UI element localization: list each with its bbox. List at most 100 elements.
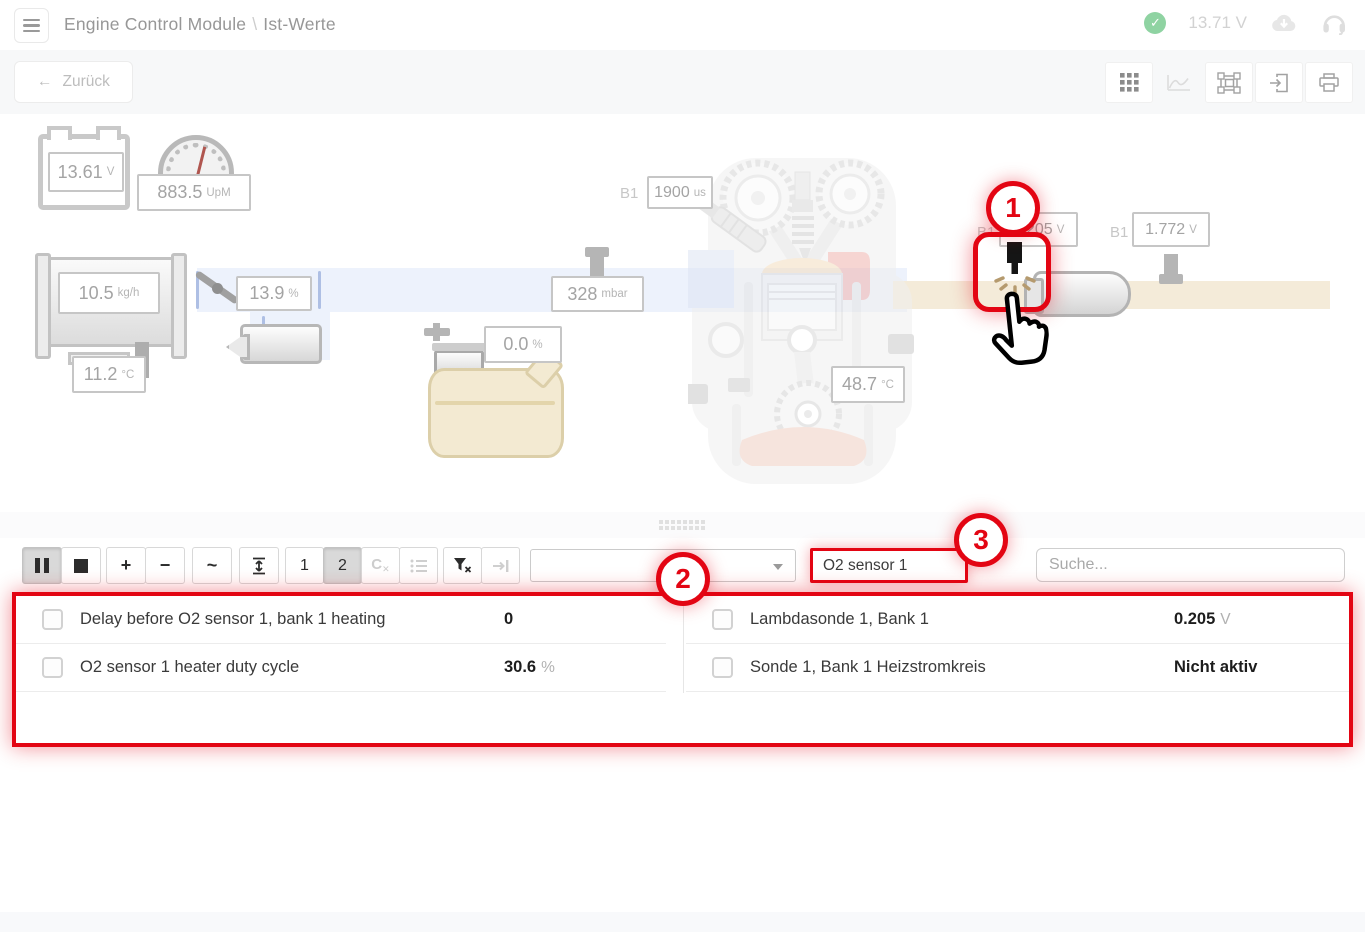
- arrow-to-bar-icon: [492, 559, 510, 573]
- pause-icon: [35, 558, 49, 573]
- view-1-label: 1: [300, 557, 309, 575]
- pause-button[interactable]: [22, 547, 62, 584]
- app-window: Engine Control Module\Ist-Werte ✓ 13.71 …: [0, 0, 1365, 932]
- view-2-label: 2: [338, 557, 347, 575]
- throttle-valve-icon: [196, 266, 236, 312]
- coolant-temp-box: 48.7°C: [831, 366, 905, 403]
- support-headset-icon[interactable]: [1321, 11, 1347, 35]
- row-checkbox[interactable]: [712, 657, 733, 678]
- minus-icon: −: [160, 555, 171, 576]
- annotation-step-1: 1: [986, 181, 1040, 235]
- fuel-tank-icon: [428, 368, 564, 458]
- connection-status-icon: ✓: [1144, 12, 1166, 34]
- back-arrow-icon: ←: [37, 73, 53, 91]
- column-divider: [683, 596, 684, 693]
- engine-speed-box: 883.5UpM: [137, 174, 251, 211]
- measurement-label: O2 sensor 1 heater duty cycle: [80, 658, 299, 677]
- bank-label: B1: [1110, 224, 1128, 241]
- table-row[interactable]: O2 sensor 1 heater duty cycle 30.6%: [16, 644, 666, 692]
- fuel-filter-icon: [240, 324, 322, 364]
- list-button[interactable]: [399, 547, 438, 584]
- clear-values-button[interactable]: C✕: [361, 547, 400, 584]
- measurement-value: 0: [504, 610, 513, 629]
- header-bar: Engine Control Module\Ist-Werte ✓ 13.71 …: [0, 0, 1365, 50]
- back-button-label: Zurück: [63, 73, 110, 91]
- page-toolbar: ← Zurück: [0, 50, 1365, 114]
- page-title: Ist-Werte: [263, 14, 335, 34]
- row-checkbox[interactable]: [42, 657, 63, 678]
- tank-vent-box: 0.0%: [484, 326, 562, 363]
- air-mass-box: 10.5kg/h: [58, 272, 160, 314]
- lambda-post-cat-box: 1.772V: [1132, 212, 1210, 247]
- post-cat-o2-sensor-icon: [1164, 254, 1178, 276]
- battery-voltage-box: 13.61V: [48, 152, 124, 192]
- search-input[interactable]: [1036, 548, 1345, 582]
- o2-sensor-icon: [993, 242, 1037, 294]
- breadcrumb: Engine Control Module\Ist-Werte: [64, 14, 336, 35]
- panel-splitter[interactable]: [0, 512, 1365, 538]
- printer-icon: [1318, 73, 1340, 93]
- autoscale-icon: [251, 557, 267, 575]
- back-button[interactable]: ← Zurück: [14, 61, 133, 103]
- hand-cursor-icon: [982, 287, 1052, 369]
- export-button[interactable]: [1255, 62, 1303, 103]
- table-row[interactable]: Lambdasonde 1, Bank 1 0.205 V: [686, 596, 1349, 644]
- cloud-download-icon[interactable]: [1269, 12, 1299, 34]
- measurement-unit: V: [1220, 611, 1230, 629]
- view-1-button[interactable]: 1: [285, 547, 324, 584]
- row-checkbox[interactable]: [712, 609, 733, 630]
- jump-to-end-button[interactable]: [481, 547, 520, 584]
- measurement-label: Lambdasonde 1, Bank 1: [750, 610, 929, 629]
- window-footer: [0, 912, 1365, 932]
- splitter-handle-icon: [659, 520, 706, 531]
- engine-illustration: [688, 152, 916, 490]
- annotation-step-3: 3: [954, 513, 1008, 567]
- stop-icon: [74, 559, 88, 573]
- table-row[interactable]: Sonde 1, Bank 1 Heizstromkreis Nicht akt…: [686, 644, 1349, 692]
- add-measurement-button[interactable]: +: [106, 547, 146, 584]
- breadcrumb-separator: \: [246, 14, 263, 34]
- measured-values-table: Delay before O2 sensor 1, bank 1 heating…: [12, 592, 1353, 747]
- line-chart-icon: [1167, 74, 1191, 92]
- view-2-button[interactable]: 2: [323, 547, 362, 584]
- filter-x-icon: [453, 557, 472, 574]
- grid-view-button[interactable]: [1105, 62, 1153, 103]
- filter-input[interactable]: [810, 548, 968, 583]
- grid-icon: [1120, 73, 1139, 92]
- engine-diagram-panel: 13.61V 883.5UpM 10.5kg/h 11.2°C 13.9% 0.…: [0, 114, 1365, 512]
- graph-view-button[interactable]: [1155, 62, 1203, 103]
- stop-button[interactable]: [61, 547, 101, 584]
- list-icon: [410, 559, 428, 573]
- measurement-value: 30.6: [504, 658, 536, 677]
- measurement-label: Delay before O2 sensor 1, bank 1 heating: [80, 610, 385, 629]
- graph-toggle-button[interactable]: ~: [192, 547, 232, 584]
- throttle-position-box: 13.9%: [236, 276, 312, 311]
- module-title: Engine Control Module: [64, 14, 246, 34]
- layout-select-button[interactable]: [1205, 62, 1253, 103]
- measurement-value: 0.205: [1174, 610, 1215, 629]
- measurement-unit: %: [541, 659, 555, 677]
- autoscale-button[interactable]: [239, 547, 279, 584]
- wave-icon: ~: [207, 555, 218, 576]
- purge-valve-icon: [424, 328, 450, 336]
- annotation-step-2: 2: [656, 552, 710, 606]
- battery-voltage-status: 13.71 V: [1188, 13, 1247, 33]
- filter-reset-button[interactable]: [443, 547, 482, 584]
- manifold-pressure-box: 328mbar: [551, 276, 644, 312]
- clear-icon: C✕: [371, 556, 389, 575]
- selection-frame-icon: [1217, 72, 1241, 94]
- table-row[interactable]: Delay before O2 sensor 1, bank 1 heating…: [16, 596, 666, 644]
- intake-temp-box: 11.2°C: [72, 356, 146, 393]
- export-icon: [1268, 72, 1290, 94]
- row-checkbox[interactable]: [42, 609, 63, 630]
- print-button[interactable]: [1305, 62, 1353, 103]
- pipe-tick: [318, 271, 321, 309]
- menu-button[interactable]: [14, 8, 49, 43]
- plus-icon: +: [121, 555, 132, 576]
- injection-time-box: 1900us: [647, 176, 713, 209]
- pressure-sensor-icon: [590, 255, 604, 277]
- remove-measurement-button[interactable]: −: [145, 547, 185, 584]
- bank-label: B1: [620, 185, 638, 202]
- measurement-value: Nicht aktiv: [1174, 658, 1257, 677]
- measurement-label: Sonde 1, Bank 1 Heizstromkreis: [750, 658, 986, 677]
